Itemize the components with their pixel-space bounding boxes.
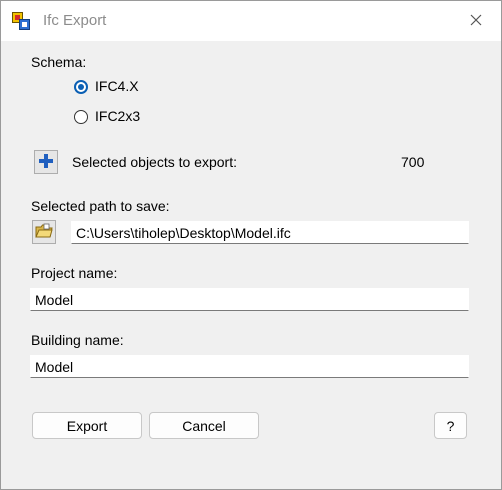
selected-objects-count: 700 (401, 154, 425, 170)
folder-icon (35, 223, 53, 242)
plus-icon (38, 153, 54, 172)
project-name-field[interactable]: Model (30, 288, 469, 311)
radio-ifc4x[interactable] (74, 80, 88, 94)
selected-objects-label: Selected objects to export: (72, 154, 237, 170)
window-title: Ifc Export (43, 12, 107, 29)
radio-ifc4x-label[interactable]: IFC4.X (95, 78, 139, 94)
export-button[interactable]: Export (32, 412, 142, 439)
schema-label: Schema: (31, 54, 87, 70)
browse-path-button[interactable] (32, 220, 56, 244)
building-name-label: Building name: (31, 332, 124, 348)
help-button[interactable]: ? (434, 412, 467, 439)
project-name-label: Project name: (31, 265, 118, 281)
close-icon (470, 13, 482, 29)
radio-ifc2x3-label[interactable]: IFC2x3 (95, 108, 140, 124)
ifc-export-dialog: Ifc Export Schema: IFC4.X IFC2x3 Selecte… (0, 0, 502, 490)
building-name-field[interactable]: Model (30, 355, 469, 378)
ifc-app-icon (12, 12, 30, 30)
save-path-label: Selected path to save: (31, 198, 170, 214)
save-path-field[interactable]: C:\Users\tiholep\Desktop\Model.ifc (71, 221, 469, 244)
add-selection-button[interactable] (34, 150, 58, 174)
cancel-button[interactable]: Cancel (149, 412, 259, 439)
radio-ifc2x3[interactable] (74, 110, 88, 124)
title-bar[interactable]: Ifc Export (1, 1, 501, 41)
close-button[interactable] (457, 6, 495, 36)
